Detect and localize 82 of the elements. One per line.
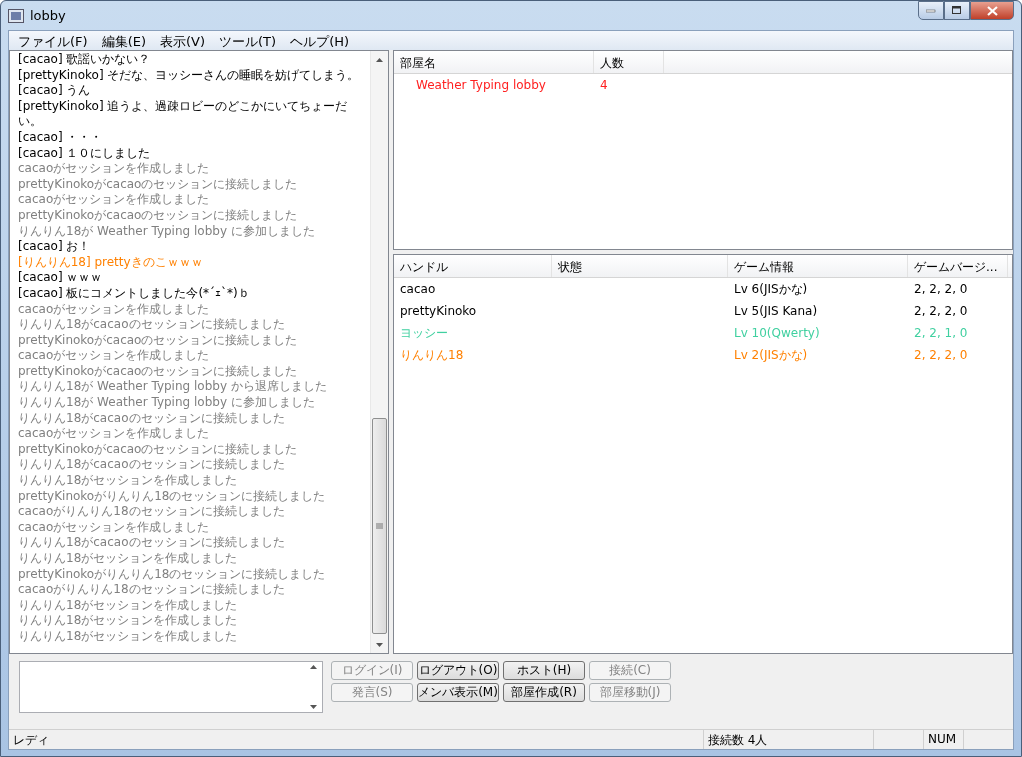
chat-line: prettyKinokoがりんりん18のセッションに接続しました <box>18 488 326 505</box>
maximize-icon <box>952 6 962 15</box>
game-info-cell-text: Lv 6(JISかな) <box>733 280 809 298</box>
member-handle-cell[interactable]: prettyKinoko <box>394 304 728 318</box>
chat-line: [cacao] ｗｗｗ <box>18 270 103 286</box>
chat-line: prettyKinokoがcacaoのセッションに接続しました <box>18 363 298 380</box>
chat-line: cacaoがりんりん18のセッションに接続しました <box>18 582 285 598</box>
chat-line: りんりん18がcacaoのセッションに接続しました <box>18 535 285 551</box>
action-button[interactable]: 部屋作成(R) <box>503 683 585 702</box>
chat-line: cacaoがセッションを作成しました <box>18 519 210 536</box>
grip-icon <box>376 523 383 529</box>
close-icon <box>986 5 998 16</box>
chat-line: cacaoがセッションを作成しました <box>18 301 210 318</box>
chat-line: prettyKinokoがcacaoのセッションに接続しました <box>18 176 298 193</box>
chat-line: prettyKinokoがcacaoのセッションに接続しました <box>18 332 298 349</box>
num-lock-indicator: NUM <box>923 730 963 749</box>
column-header[interactable]: 部屋名 <box>394 51 594 73</box>
message-input-field[interactable] <box>19 661 323 713</box>
chat-line: prettyKinokoがcacaoのセッションに接続しました <box>18 207 298 224</box>
chat-line: [cacao] １０にしました <box>18 145 151 162</box>
chat-line: cacaoがセッションを作成しました <box>18 192 210 208</box>
chat-line: りんりん18がcacaoのセッションに接続しました <box>18 410 285 427</box>
window-title: lobby <box>30 8 66 23</box>
chat-line: りんりん18がセッションを作成しました <box>18 597 238 614</box>
scroll-down-arrow-icon[interactable] <box>376 642 383 647</box>
scrollbar-thumb[interactable] <box>372 418 387 634</box>
chat-line: cacaoがセッションを作成しました <box>18 426 210 442</box>
chat-line: りんりん18が Weather Typing lobby に参加しました <box>18 223 315 240</box>
chat-line: りんりん18が Weather Typing lobby に参加しました <box>18 395 315 411</box>
scroll-up-arrow-icon[interactable] <box>310 665 317 669</box>
scroll-up-arrow-icon[interactable] <box>376 57 383 62</box>
minimize-button[interactable] <box>918 1 944 20</box>
close-button[interactable] <box>970 1 1014 20</box>
action-button[interactable]: ホスト(H) <box>503 661 585 680</box>
chat-line: [cacao] 歌謡いかない？ <box>18 52 151 68</box>
maximize-button[interactable] <box>944 1 970 20</box>
chat-line: [cacao] うん <box>18 83 91 99</box>
scroll-down-arrow-icon[interactable] <box>310 705 317 709</box>
chat-line: りんりん18がcacaoのセッションに接続しました <box>18 457 285 474</box>
chat-line: りんりん18がセッションを作成しました <box>18 628 238 645</box>
game-version-cell-text: 2, 2, 2, 0 <box>913 282 969 296</box>
menu-item[interactable]: 表示(V) <box>153 31 213 50</box>
column-header[interactable]: ハンドル <box>394 255 552 277</box>
game-version-cell-text: 2, 2, 1, 0 <box>913 326 969 340</box>
chat-line: [cacao] 板にコメントしました今(*´ｪ`*)ｂ <box>18 285 250 302</box>
chat-line: りんりん18がcacaoのセッションに接続しました <box>18 317 285 333</box>
status-message: レディ <box>12 732 50 749</box>
action-button[interactable]: メンバ表示(M) <box>417 683 499 702</box>
chat-line: りんりん18がセッションを作成しました <box>18 613 238 629</box>
column-header[interactable]: 状態 <box>552 255 728 277</box>
game-version-cell-text: 2, 2, 2, 0 <box>913 304 969 318</box>
chat-line: りんりん18がセッションを作成しました <box>18 473 238 489</box>
chat-line: cacaoがセッションを作成しました <box>18 348 210 364</box>
game-info-cell-text: Lv 5(JIS Kana) <box>733 304 819 318</box>
minimize-icon <box>926 8 936 13</box>
column-header[interactable]: ゲーム情報 <box>728 255 908 277</box>
app-window-icon <box>8 8 24 23</box>
menu-item[interactable]: ヘルプ(H) <box>283 31 357 50</box>
chat-line: [prettyKinoko] そだな、ヨッシーさんの睡眠を妨げてしまう。 <box>18 67 360 84</box>
menu-item[interactable]: 編集(E) <box>94 31 153 50</box>
game-version-cell-text: 2, 2, 2, 0 <box>913 348 969 362</box>
menu-item[interactable]: ツール(T) <box>212 31 284 50</box>
game-info-cell-text: Lv 10(Qwerty) <box>733 326 821 340</box>
menu-item[interactable]: ファイル(F) <box>11 31 95 50</box>
chat-line: prettyKinokoがりんりん18のセッションに接続しました <box>18 566 326 583</box>
chat-line: prettyKinokoがcacaoのセッションに接続しました <box>18 441 298 458</box>
chat-line: りんりん18が Weather Typing lobby から退席しました <box>18 379 327 396</box>
chat-line: [prettyKinoko] 追うよ、過疎ロビーのどこかにいてちょーだい。 <box>18 98 349 130</box>
game-info-cell-text: Lv 2(JISかな) <box>733 346 809 364</box>
chat-line: りんりん18がセッションを作成しました <box>18 551 238 567</box>
member-handle-cell[interactable]: cacao <box>394 282 728 296</box>
room-name-cell[interactable]: Weather Typing lobby <box>394 78 594 92</box>
chat-line: cacaoがセッションを作成しました <box>18 161 210 177</box>
chat-line: [cacao] ・・・ <box>18 129 103 146</box>
column-header[interactable]: ゲームバージ... <box>908 255 1008 277</box>
chat-line: cacaoがりんりん18のセッションに接続しました <box>18 504 285 520</box>
chat-line: [cacao] お！ <box>18 239 91 255</box>
action-button[interactable]: ログアウト(O) <box>417 661 499 680</box>
room-count-cell-text: 4 <box>599 78 609 92</box>
chat-line: [りんりん18] prettyきのこｗｗｗ <box>18 254 203 271</box>
connection-count: 接続数 4人 <box>703 730 873 749</box>
column-header[interactable]: 人数 <box>594 51 664 73</box>
